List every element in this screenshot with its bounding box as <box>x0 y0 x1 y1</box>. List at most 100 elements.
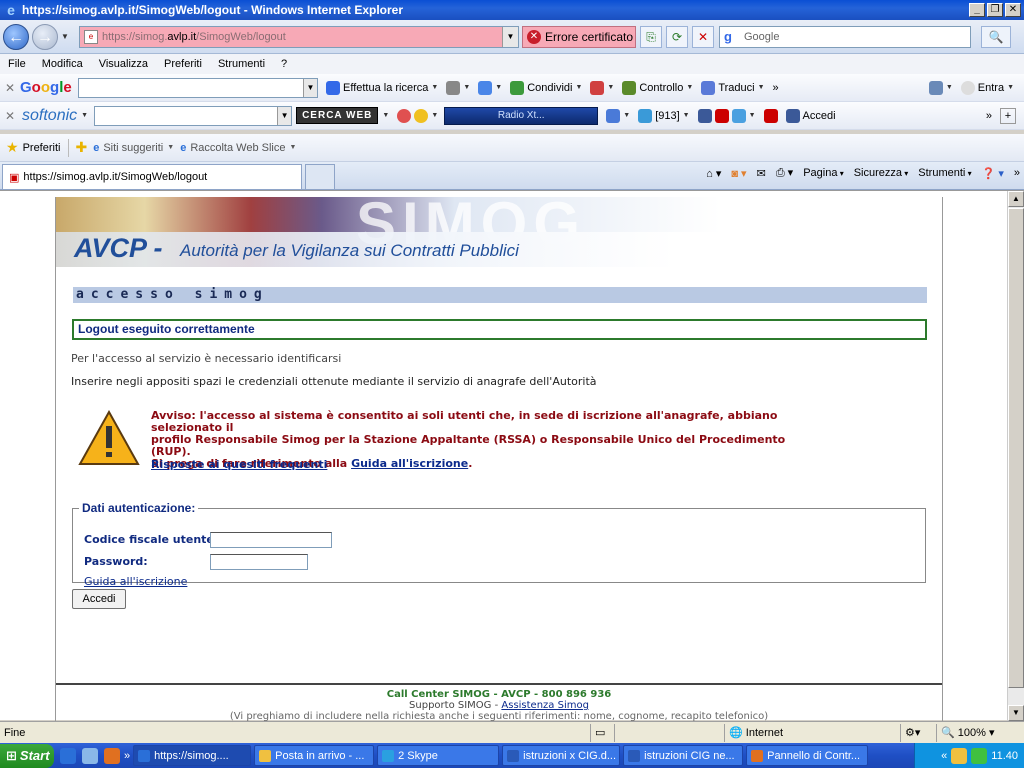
search-button[interactable]: 🔍 <box>981 25 1011 48</box>
bookmarks-button[interactable]: ▼ <box>446 80 470 95</box>
accedi-button[interactable]: Accedi <box>72 589 126 609</box>
faq-link[interactable]: Risposte ai quesiti frequenti <box>151 458 327 471</box>
add-favorite-icon: ✚ <box>75 139 88 155</box>
tools-menu[interactable]: Strumenti <box>918 167 971 179</box>
softonic-search-dropdown[interactable]: ▼ <box>277 106 292 125</box>
close-window-button[interactable]: ✕ <box>1005 3 1021 17</box>
codice-fiscale-input[interactable] <box>210 531 332 548</box>
social-button[interactable]: ▼ <box>697 108 756 123</box>
webslice-link[interactable]: e Raccolta Web Slice ▼ <box>180 142 296 154</box>
identify-note: Per l'accesso al servizio è necessario i… <box>71 352 342 365</box>
quicklaunch-chevron-icon[interactable]: » <box>124 750 130 762</box>
firefox-quicklaunch-icon[interactable] <box>104 747 120 764</box>
mail-icon[interactable]: ✉ <box>757 167 766 180</box>
menu-help[interactable]: ? <box>273 58 295 70</box>
translate-button[interactable]: Traduci ▼ <box>701 80 765 95</box>
history-dropdown[interactable]: ▼ <box>61 32 73 41</box>
certificate-error[interactable]: ✕ Errore certificato <box>522 25 636 48</box>
close-toolbar-icon[interactable]: ✕ <box>0 81 20 95</box>
control-panel-icon <box>751 749 764 762</box>
restore-button[interactable]: ❐ <box>987 3 1003 17</box>
google-search-dropdown[interactable]: ▼ <box>303 78 317 97</box>
games-button[interactable]: ▼ <box>397 108 438 123</box>
address-dropdown[interactable]: ▼ <box>502 26 518 47</box>
feeds-icon[interactable]: ◙ ▾ <box>731 167 746 180</box>
protected-mode-icon[interactable]: ⚙▾ <box>900 723 936 742</box>
task-mail[interactable]: Posta in arrivo - ... <box>254 745 375 766</box>
menu-modifica[interactable]: Modifica <box>34 58 91 70</box>
print-icon[interactable]: ⎙ ▾ <box>776 166 793 180</box>
security-menu[interactable]: Sicurezza <box>854 167 909 179</box>
home-icon[interactable]: ⌂ ▾ <box>706 167 721 180</box>
add-favorite-button[interactable]: ✚ <box>75 139 87 156</box>
add-toolbar-button[interactable]: + <box>1000 107 1016 124</box>
cerca-web-button[interactable]: CERCA WEB <box>296 107 379 124</box>
minimize-button[interactable]: _ <box>969 3 985 17</box>
softonic-search-input[interactable]: ▼ <box>94 105 293 126</box>
google-search-button[interactable]: Effettua la ricerca ▼ <box>326 80 438 95</box>
search-placeholder: Google <box>744 30 780 43</box>
menu-preferiti[interactable]: Preferiti <box>156 58 210 70</box>
scroll-down-arrow[interactable]: ▼ <box>1008 705 1024 721</box>
task-ie[interactable]: https://simog.... <box>133 745 252 766</box>
more-chevron-icon[interactable]: » <box>773 82 779 94</box>
tray-icon[interactable] <box>951 747 968 764</box>
help-icon[interactable]: ❓ ▾ <box>982 167 1004 180</box>
tv-button[interactable]: ▼ <box>606 108 630 123</box>
guida-iscrizione-link[interactable]: Guida all'iscrizione <box>351 457 468 470</box>
guida-link[interactable]: Guida all'iscrizione <box>84 575 187 588</box>
url-text[interactable]: https://simog.avlp.it/SimogWeb/logout <box>102 31 502 43</box>
compatibility-icon[interactable]: ⎘ <box>640 25 662 48</box>
softonic-dropdown[interactable]: ▼ <box>81 112 88 119</box>
close-toolbar-icon[interactable]: ✕ <box>0 109 20 123</box>
more-chevron-icon[interactable]: » <box>1014 167 1020 179</box>
task-word-2[interactable]: istruzioni CIG ne... <box>623 745 744 766</box>
wrench-button[interactable]: ▼ <box>928 80 953 95</box>
cerca-dropdown[interactable]: ▼ <box>382 112 389 119</box>
refresh-icon[interactable]: ⟳ <box>666 25 688 48</box>
youtube-button[interactable] <box>763 108 778 123</box>
vertical-scrollbar[interactable]: ▲ ▼ <box>1007 191 1024 721</box>
tab-current[interactable]: ▣ https://simog.avlp.it/SimogWeb/logout <box>2 164 302 189</box>
password-input[interactable] <box>210 553 308 570</box>
menu-visualizza[interactable]: Visualizza <box>91 58 156 70</box>
page-menu[interactable]: Pagina <box>803 167 844 179</box>
facebook-accedi-button[interactable]: Accedi <box>785 108 836 123</box>
ie-quicklaunch-icon[interactable] <box>60 747 76 764</box>
news-button[interactable]: [913] ▼ <box>638 108 690 123</box>
system-tray: « 11.40 <box>914 743 1024 768</box>
zone-label: Internet <box>745 726 784 739</box>
suggested-sites-link[interactable]: e Siti suggeriti ▼ <box>93 142 174 154</box>
task-word-1[interactable]: istruzioni x CIG.d... <box>502 745 621 766</box>
menu-strumenti[interactable]: Strumenti <box>210 58 273 70</box>
forward-button[interactable]: → <box>32 23 58 50</box>
popup-blocker-button[interactable]: ▼ <box>590 80 614 95</box>
google-search-input[interactable]: ▼ <box>78 77 318 98</box>
brand-dash: - <box>153 233 163 263</box>
back-button[interactable]: ← <box>3 23 29 50</box>
task-skype[interactable]: 2 Skype <box>377 745 500 766</box>
new-tab-button[interactable] <box>305 164 335 189</box>
tray-chevron-icon[interactable]: « <box>941 750 947 762</box>
menu-file[interactable]: File <box>0 58 34 70</box>
scroll-thumb[interactable] <box>1008 208 1024 688</box>
check-button[interactable]: Controllo ▼ <box>622 80 693 95</box>
status-page-icon: ▭ <box>590 723 614 742</box>
tray-icon[interactable] <box>971 747 988 764</box>
share-button[interactable]: Condividi ▼ <box>510 80 582 95</box>
task-label: https://simog.... <box>154 749 229 762</box>
address-bar[interactable]: e https://simog.avlp.it/SimogWeb/logout … <box>79 25 519 48</box>
search-box[interactable]: g Google <box>719 25 971 48</box>
favorites-button[interactable]: ★ Preferiti <box>6 139 60 156</box>
plus-button[interactable]: ▼ <box>478 80 502 95</box>
zoom-control[interactable]: 🔍 100% ▾ <box>936 723 1014 742</box>
desktop-quicklaunch-icon[interactable] <box>82 747 98 764</box>
assistenza-link[interactable]: Assistenza Simog <box>501 700 589 711</box>
start-button[interactable]: ⊞ Start <box>0 743 54 768</box>
scroll-up-arrow[interactable]: ▲ <box>1008 191 1024 207</box>
more-chevron-icon[interactable]: » <box>986 110 992 122</box>
signin-button[interactable]: Entra ▼ <box>960 80 1014 95</box>
radio-player[interactable]: Radio Xt... <box>444 106 599 125</box>
task-control-panel[interactable]: Pannello di Contr... <box>746 745 869 766</box>
stop-icon[interactable]: ✕ <box>692 25 714 48</box>
